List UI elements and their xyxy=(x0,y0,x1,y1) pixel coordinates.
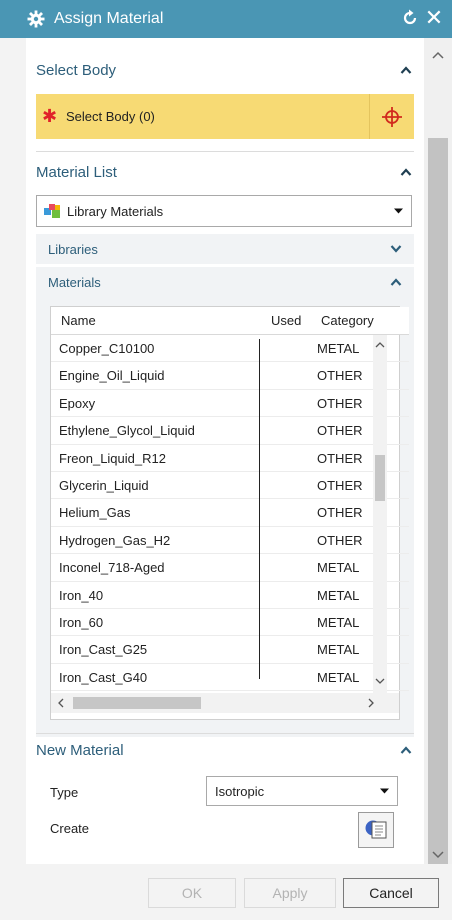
table-row[interactable]: Iron_60 METAL xyxy=(51,609,409,637)
dialog-footer: OK Apply Cancel xyxy=(0,864,452,920)
table-row[interactable]: Helium_Gas OTHER xyxy=(51,499,409,527)
ok-button[interactable]: OK xyxy=(148,878,236,908)
cell-category: OTHER xyxy=(317,477,363,493)
cell-name: Engine_Oil_Liquid xyxy=(59,368,165,384)
cell-category: OTHER xyxy=(317,532,363,548)
scroll-up-icon[interactable] xyxy=(432,50,444,60)
column-divider xyxy=(259,339,260,679)
cell-category: METAL xyxy=(317,587,360,603)
library-source-value: Library Materials xyxy=(67,203,164,219)
libraries-title: Libraries xyxy=(48,241,98,257)
scroll-down-icon[interactable] xyxy=(375,677,385,685)
type-label: Type xyxy=(50,785,79,800)
close-icon[interactable]: ✕ xyxy=(424,7,444,29)
library-source-dropdown[interactable]: Library Materials xyxy=(36,195,412,227)
table-row[interactable]: Ethylene_Glycol_Liquid OTHER xyxy=(51,417,409,445)
column-header-used[interactable]: Used xyxy=(271,313,301,328)
apply-button[interactable]: Apply xyxy=(244,878,336,908)
cell-category: OTHER xyxy=(317,450,363,466)
select-body-row[interactable]: ✱ Select Body (0) xyxy=(36,94,414,139)
cell-category: METAL xyxy=(317,341,360,356)
chevron-up-icon[interactable] xyxy=(400,65,412,75)
cell-name: Epoxy xyxy=(59,395,96,411)
cell-name: Inconel_718-Aged xyxy=(59,560,165,576)
materials-title: Materials xyxy=(48,274,101,290)
type-dropdown[interactable]: Isotropic xyxy=(206,776,398,806)
new-material-header[interactable]: New Material xyxy=(26,730,424,770)
cell-name: Iron_Cast_G25 xyxy=(59,642,148,658)
table-row[interactable]: Inconel_718-Aged METAL xyxy=(51,554,409,582)
column-header-category[interactable]: Category xyxy=(321,313,374,328)
table-row[interactable]: Iron_Cast_G40 METAL xyxy=(51,664,409,692)
dialog-scrollbar[interactable] xyxy=(424,38,452,865)
table-body: Copper_C10100 METAL Engine_Oil_Liquid OTHER… xyxy=(51,335,409,692)
scroll-thumb[interactable] xyxy=(73,697,201,709)
cell-name: Iron_40 xyxy=(59,587,104,603)
scroll-thumb[interactable] xyxy=(375,455,385,501)
table-row[interactable]: Copper_C10100 METAL xyxy=(51,335,409,363)
chevron-down-icon[interactable] xyxy=(390,244,402,254)
cell-category: METAL xyxy=(317,669,360,685)
select-body-header[interactable]: Select Body xyxy=(26,50,424,90)
new-material-title: New Material xyxy=(36,741,124,759)
gear-icon[interactable] xyxy=(26,9,46,29)
dialog-title: Assign Material xyxy=(54,10,164,27)
materials-table[interactable]: Name Used Category Copper_C10100 METAL Eng… xyxy=(50,306,409,720)
required-marker: ✱ xyxy=(42,106,58,126)
scroll-down-icon[interactable] xyxy=(432,850,444,860)
reset-icon[interactable] xyxy=(400,8,420,28)
chevron-up-icon[interactable] xyxy=(400,167,412,177)
cell-name: Hydrogen_Gas_H2 xyxy=(59,532,171,548)
type-value: Isotropic xyxy=(215,783,265,799)
scroll-thumb[interactable] xyxy=(428,138,448,865)
table-row[interactable]: Epoxy OTHER xyxy=(51,390,409,418)
library-materials-icon xyxy=(43,202,63,220)
cell-name: Helium_Gas xyxy=(59,505,131,521)
cell-name: Iron_Cast_G40 xyxy=(59,669,148,685)
materials-header[interactable]: Materials xyxy=(36,267,414,297)
create-material-icon xyxy=(363,816,389,845)
chevron-up-icon[interactable] xyxy=(400,745,412,755)
scroll-up-icon[interactable] xyxy=(375,341,385,349)
cell-name: Iron_60 xyxy=(59,614,104,630)
cell-category: OTHER xyxy=(317,395,363,411)
material-list-title: Material List xyxy=(36,163,117,181)
cell-category: OTHER xyxy=(317,423,363,439)
cell-name: Copper_C10100 xyxy=(59,341,155,356)
table-row[interactable]: Glycerin_Liquid OTHER xyxy=(51,472,409,500)
title-bar: Assign Material ✕ xyxy=(0,0,452,38)
cell-category: OTHER xyxy=(317,368,363,384)
column-header-name[interactable]: Name xyxy=(61,313,96,328)
table-row[interactable]: Iron_Cast_G25 METAL xyxy=(51,636,409,664)
table-row[interactable]: Iron_40 METAL xyxy=(51,582,409,609)
scroll-right-icon[interactable] xyxy=(367,698,375,708)
create-label: Create xyxy=(50,821,90,836)
scroll-left-icon[interactable] xyxy=(57,698,65,708)
cell-name: Freon_Liquid_R12 xyxy=(59,450,166,466)
table-vscrollbar[interactable] xyxy=(373,335,387,693)
crosshair-icon[interactable] xyxy=(369,94,414,139)
libraries-panel[interactable]: Libraries xyxy=(36,234,414,264)
table-row[interactable]: Engine_Oil_Liquid OTHER xyxy=(51,362,409,390)
table-row[interactable]: Hydrogen_Gas_H2 OTHER xyxy=(51,527,409,555)
libraries-header[interactable]: Libraries xyxy=(36,234,414,264)
cell-category: METAL xyxy=(317,642,360,658)
cell-category: METAL xyxy=(317,614,360,630)
material-list-header[interactable]: Material List xyxy=(26,152,424,192)
cancel-button[interactable]: Cancel xyxy=(343,878,439,908)
select-body-title: Select Body xyxy=(36,61,117,79)
select-body-label: Select Body (0) xyxy=(66,109,155,124)
chevron-down-icon xyxy=(394,208,403,214)
table-hscrollbar[interactable] xyxy=(51,693,399,713)
chevron-down-icon xyxy=(380,788,389,794)
chevron-up-icon[interactable] xyxy=(390,277,402,287)
table-row[interactable]: Freon_Liquid_R12 OTHER xyxy=(51,445,409,472)
table-header: Name Used Category xyxy=(51,307,409,335)
cell-category: METAL xyxy=(317,560,360,576)
cell-name: Ethylene_Glycol_Liquid xyxy=(59,423,195,439)
create-material-button[interactable] xyxy=(358,812,394,848)
cell-category: OTHER xyxy=(317,505,363,521)
cell-name: Glycerin_Liquid xyxy=(59,477,149,493)
